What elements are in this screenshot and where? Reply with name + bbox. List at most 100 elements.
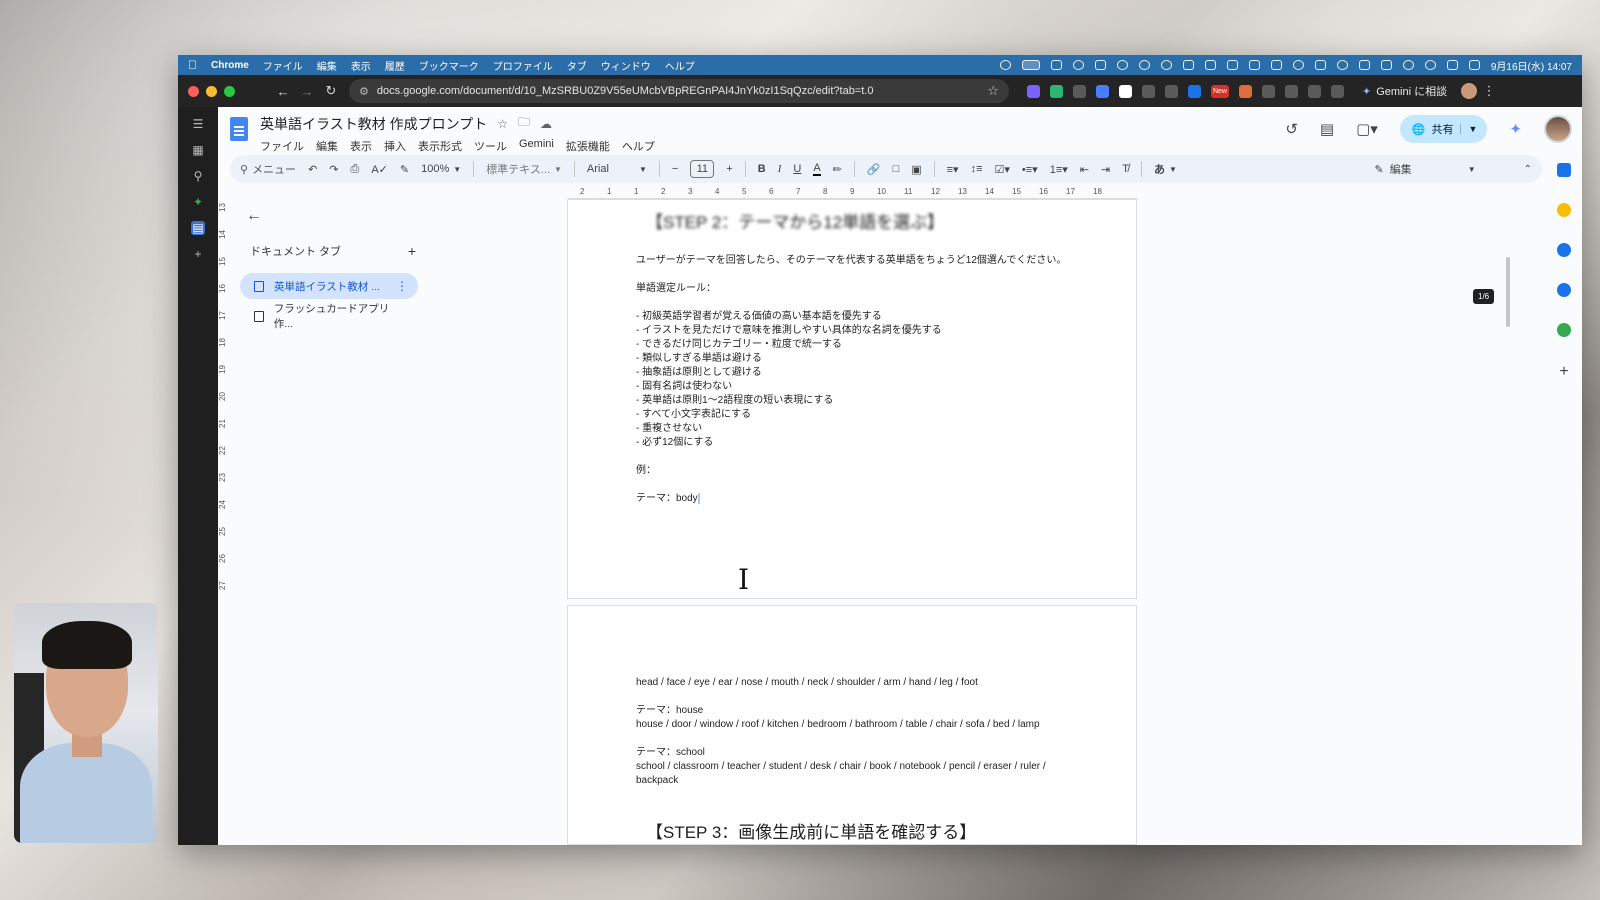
italic-icon[interactable]: I (778, 163, 782, 175)
new-badge-extension-icon[interactable]: New (1211, 84, 1229, 98)
extension-icon[interactable] (1188, 84, 1201, 98)
menu-file[interactable]: ファイル (260, 138, 304, 154)
add-tab-icon[interactable]: + (408, 243, 416, 259)
more-options-icon[interactable]: ⋮ (396, 279, 408, 293)
app-status-icon[interactable] (1050, 60, 1062, 70)
clear-formatting-icon[interactable]: T̸ (1122, 163, 1129, 175)
line-icon[interactable] (1160, 60, 1172, 70)
profile-avatar[interactable] (1461, 83, 1478, 99)
input-tools-select[interactable]: あ ▼ (1154, 161, 1177, 177)
brightness-icon[interactable] (999, 60, 1011, 70)
forward-icon[interactable]: → (295, 84, 319, 99)
menubar-item-edit[interactable]: 編集 (317, 58, 337, 73)
menubar-item-window[interactable]: ウィンドウ (601, 58, 651, 73)
star-icon[interactable]: ☆ (497, 117, 508, 131)
menubar-clock[interactable]: 9月16日(水) 14:07 (1491, 58, 1572, 73)
site-settings-icon[interactable]: ⚙ (359, 85, 369, 98)
menubar-item-help[interactable]: ヘルプ (665, 58, 695, 73)
vertical-ruler[interactable]: 13 14 15 16 17 18 19 20 21 22 23 24 25 26 27 (218, 199, 228, 599)
account-avatar[interactable] (1544, 115, 1572, 143)
decrease-indent-icon[interactable]: ⇤ (1080, 163, 1089, 176)
editing-mode-select[interactable]: ✎ 編集 ▼ (1374, 161, 1511, 177)
add-addon-icon[interactable]: + (1559, 363, 1568, 381)
style-select[interactable]: 標準テキス... ▼ (486, 161, 562, 177)
rail-add-icon[interactable]: + (191, 247, 205, 261)
add-comment-icon[interactable]: □ (893, 163, 900, 175)
menubar-item-file[interactable]: ファイル (263, 58, 303, 73)
sidebar-status-icon[interactable] (1314, 60, 1326, 70)
control-center-icon[interactable] (1468, 60, 1480, 70)
download-icon[interactable] (1285, 84, 1298, 98)
reload-icon[interactable]: ↻ (319, 83, 343, 99)
bookmark-star-icon[interactable]: ☆ (987, 83, 999, 99)
cloud-saved-icon[interactable]: ☁ (540, 117, 552, 131)
share-status-icon[interactable] (1094, 60, 1106, 70)
document-title[interactable]: 英単語イラスト教材 作成プロンプト (260, 114, 487, 134)
comments-icon[interactable]: ▤ (1320, 120, 1334, 138)
whatsapp-icon[interactable] (1138, 60, 1150, 70)
menu-search[interactable]: ⚲ メニュー (240, 161, 296, 177)
apple-icon[interactable]:  (188, 58, 197, 72)
bluetooth-icon[interactable] (1358, 60, 1370, 70)
camera-extension-icon[interactable] (1073, 84, 1086, 98)
contacts-icon[interactable] (1557, 283, 1571, 297)
doc-tab-2[interactable]: フラッシュカードアプリ 作... (240, 303, 418, 330)
paint-format-icon[interactable]: ✎ (400, 163, 409, 176)
redo-icon[interactable]: ↷ (329, 163, 338, 176)
extension-icon[interactable] (1050, 84, 1063, 98)
print-icon[interactable] (1331, 84, 1344, 98)
menu-gemini[interactable]: Gemini (519, 138, 554, 154)
menu-edit[interactable]: 編集 (316, 138, 338, 154)
menubar-app-name[interactable]: Chrome (211, 60, 249, 71)
focus-icon[interactable] (1380, 60, 1392, 70)
numbered-list-icon[interactable]: 1≡▾ (1050, 163, 1068, 176)
extension-icon[interactable] (1027, 84, 1040, 98)
zoom-window-button[interactable] (224, 85, 235, 97)
share-button[interactable]: 🌐 共有 ▼ (1399, 115, 1488, 143)
hide-menus-icon[interactable]: ⌃ (1524, 164, 1532, 175)
text-color-icon[interactable]: A (813, 162, 821, 176)
rail-search-icon[interactable]: ⚲ (191, 169, 205, 183)
bookmark-icon[interactable] (1308, 84, 1321, 98)
tasks-icon[interactable] (1557, 243, 1571, 257)
gemini-button[interactable]: ✦ Gemini に相談 (1362, 83, 1447, 99)
screen-record-icon[interactable] (1021, 60, 1040, 70)
minimize-window-button[interactable] (206, 85, 217, 97)
calendar-icon[interactable] (1557, 163, 1571, 177)
audio-icon[interactable] (1226, 60, 1238, 70)
menu-insert[interactable]: 挿入 (384, 138, 406, 154)
docs-logo-icon[interactable] (230, 117, 248, 141)
doc-tab-1[interactable]: 英単語イラスト教材 ... ⋮ (240, 273, 418, 299)
openai-icon[interactable] (1072, 60, 1084, 70)
move-folder-icon[interactable]: 🗀 (518, 113, 530, 134)
gemini-sparkle-icon[interactable]: ✦ (1509, 120, 1522, 138)
share-dropdown-icon[interactable]: ▼ (1459, 124, 1477, 134)
extension-icon[interactable] (1142, 84, 1155, 98)
rail-grid-icon[interactable]: ▦ (191, 143, 205, 157)
back-arrow-icon[interactable]: ← (246, 207, 430, 225)
puzzle-extensions-icon[interactable] (1262, 84, 1275, 98)
address-bar[interactable]: ⚙ docs.google.com/document/d/10_MzSRBU0Z… (349, 79, 1009, 103)
rail-docs-icon[interactable]: ▤ (191, 221, 205, 235)
checklist-icon[interactable]: ☑▾ (995, 163, 1010, 176)
cloud-icon[interactable] (1292, 60, 1304, 70)
menubar-item-tab[interactable]: タブ (567, 58, 587, 73)
inbox-icon[interactable] (1270, 60, 1282, 70)
maps-icon[interactable] (1557, 323, 1571, 337)
font-size-input[interactable]: 11 (690, 160, 715, 178)
highlight-icon[interactable]: ✏ (833, 163, 842, 176)
menu-help[interactable]: ヘルプ (622, 138, 655, 154)
increase-indent-icon[interactable]: ⇥ (1101, 163, 1110, 176)
menubar-item-view[interactable]: 表示 (351, 58, 371, 73)
close-window-button[interactable] (188, 85, 199, 97)
chat-icon[interactable] (1116, 60, 1128, 70)
spellcheck-icon[interactable]: A✓ (371, 163, 388, 176)
document-page-1[interactable]: 【STEP 2：テーマから12単語を選ぶ】 ユーザーがテーマを回答したら、そのテ… (567, 199, 1137, 599)
zoom-select[interactable]: 100% ▼ (421, 163, 461, 175)
time-machine-icon[interactable] (1402, 60, 1414, 70)
download-status-icon[interactable] (1248, 60, 1260, 70)
rail-collapse-icon[interactable]: ☰ (191, 117, 205, 131)
menubar-item-history[interactable]: 履歴 (385, 58, 405, 73)
insert-image-icon[interactable]: ▣ (911, 163, 921, 176)
extension-icon[interactable] (1239, 84, 1252, 98)
